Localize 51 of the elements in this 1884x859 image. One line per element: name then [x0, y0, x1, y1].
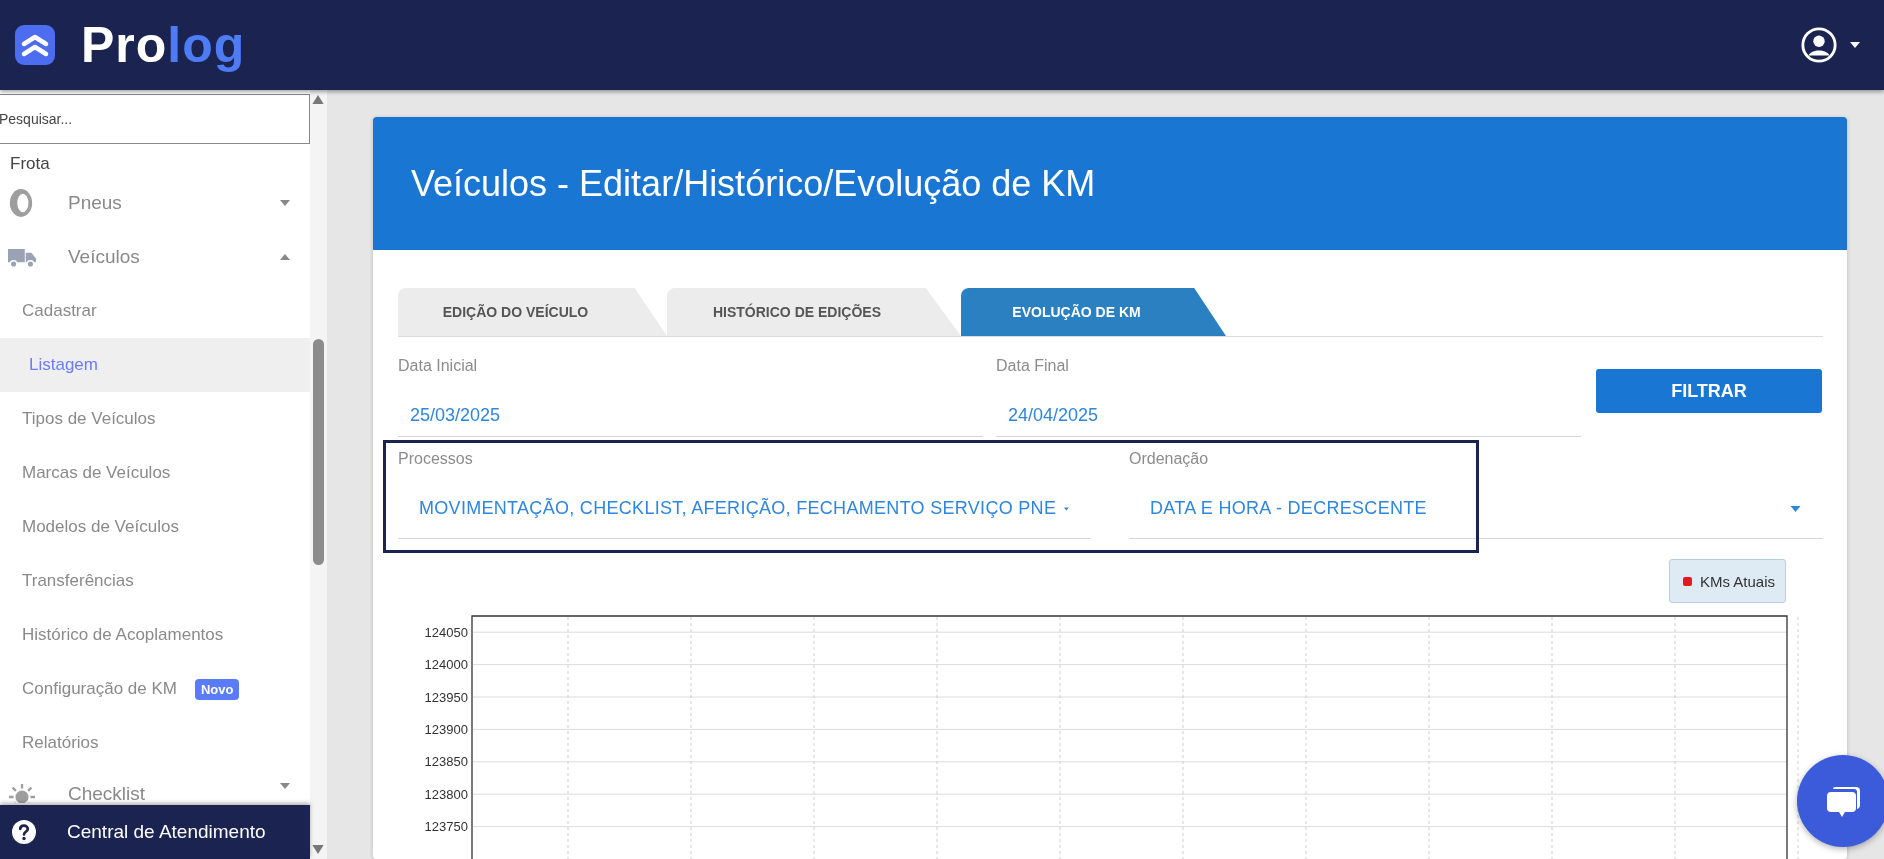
help-icon — [11, 819, 37, 845]
new-badge: Novo — [195, 678, 240, 700]
truck-icon — [8, 246, 36, 268]
caret-icon — [280, 200, 290, 206]
axis-tick-label: 123900 — [424, 721, 468, 737]
sidebar-item[interactable]: Relatórios — [0, 716, 310, 770]
scrollbar[interactable] — [310, 90, 327, 859]
help-center-button[interactable]: Central de Atendimento — [0, 805, 310, 859]
sidebar-item[interactable]: Listagem — [0, 338, 310, 392]
select-field[interactable]: Ordenação DATA E HORA - DECRESCENTE — [1129, 442, 1823, 539]
caret-icon — [1850, 42, 1860, 48]
sidebar-item[interactable]: Tipos de Veículos — [0, 392, 310, 446]
tab[interactable]: EDIÇÃO DO VEÍCULO — [398, 288, 667, 336]
tab[interactable]: EVOLUÇÃO DE KM — [961, 288, 1226, 336]
search-field[interactable]: Pesquisar... — [0, 94, 310, 144]
dropdown-caret-icon — [1790, 505, 1801, 512]
sidebar-item[interactable]: Cadastrar — [0, 284, 310, 338]
dropdown-caret-icon — [1064, 505, 1069, 512]
scroll-up-icon[interactable] — [312, 95, 324, 104]
sidebar-group[interactable]: Veículos — [0, 230, 310, 284]
tab[interactable]: HISTÓRICO DE EDIÇÕES — [667, 288, 961, 336]
axis-tick-label: 123950 — [424, 689, 468, 705]
axis-tick-label: 124000 — [424, 657, 468, 673]
axis-tick-label: 123850 — [424, 754, 468, 770]
account-menu[interactable] — [1800, 26, 1860, 64]
axis-tick-label: 123750 — [424, 819, 468, 835]
scroll-down-icon[interactable] — [312, 845, 324, 854]
page-title: Veículos - Editar/Histórico/Evolução de KM — [411, 162, 1096, 205]
sidebar-item[interactable]: Marcas de Veículos — [0, 446, 310, 500]
caret-icon — [280, 254, 290, 260]
sidebar-item[interactable]: Configuração de KM Novo — [0, 662, 310, 716]
user-icon — [1800, 26, 1838, 64]
logo-icon — [15, 25, 55, 65]
tire-icon — [8, 187, 34, 219]
sidebar-item[interactable]: Transferências — [0, 554, 310, 608]
axis-tick-label: 123800 — [424, 786, 468, 802]
logo-text: Prolog — [81, 20, 246, 70]
select-field[interactable]: Processos MOVIMENTAÇÃO, CHECKLIST, AFERIÇÃO, FECHAMENTO SERVIÇO PNE — [398, 442, 1091, 539]
sidebar-item[interactable]: Modelos de Veículos — [0, 500, 310, 554]
date-field[interactable]: Data Inicial 25/03/2025 — [398, 349, 983, 437]
sidebar-group[interactable]: Pneus — [0, 176, 310, 230]
scroll-thumb[interactable] — [313, 339, 324, 565]
sun-icon — [8, 783, 36, 803]
section-heading: Frota — [9, 153, 51, 175]
legend-label: KMs Atuais — [1699, 572, 1775, 590]
axis-tick-label: 124050 — [424, 624, 468, 640]
sidebar-item[interactable]: Histórico de Acoplamentos — [0, 608, 310, 662]
caret-icon — [280, 783, 290, 789]
sidebar-group[interactable]: Checklist — [0, 770, 310, 803]
filter-button[interactable]: FILTRAR — [1596, 369, 1822, 413]
date-field[interactable]: Data Final 24/04/2025 — [996, 349, 1581, 437]
